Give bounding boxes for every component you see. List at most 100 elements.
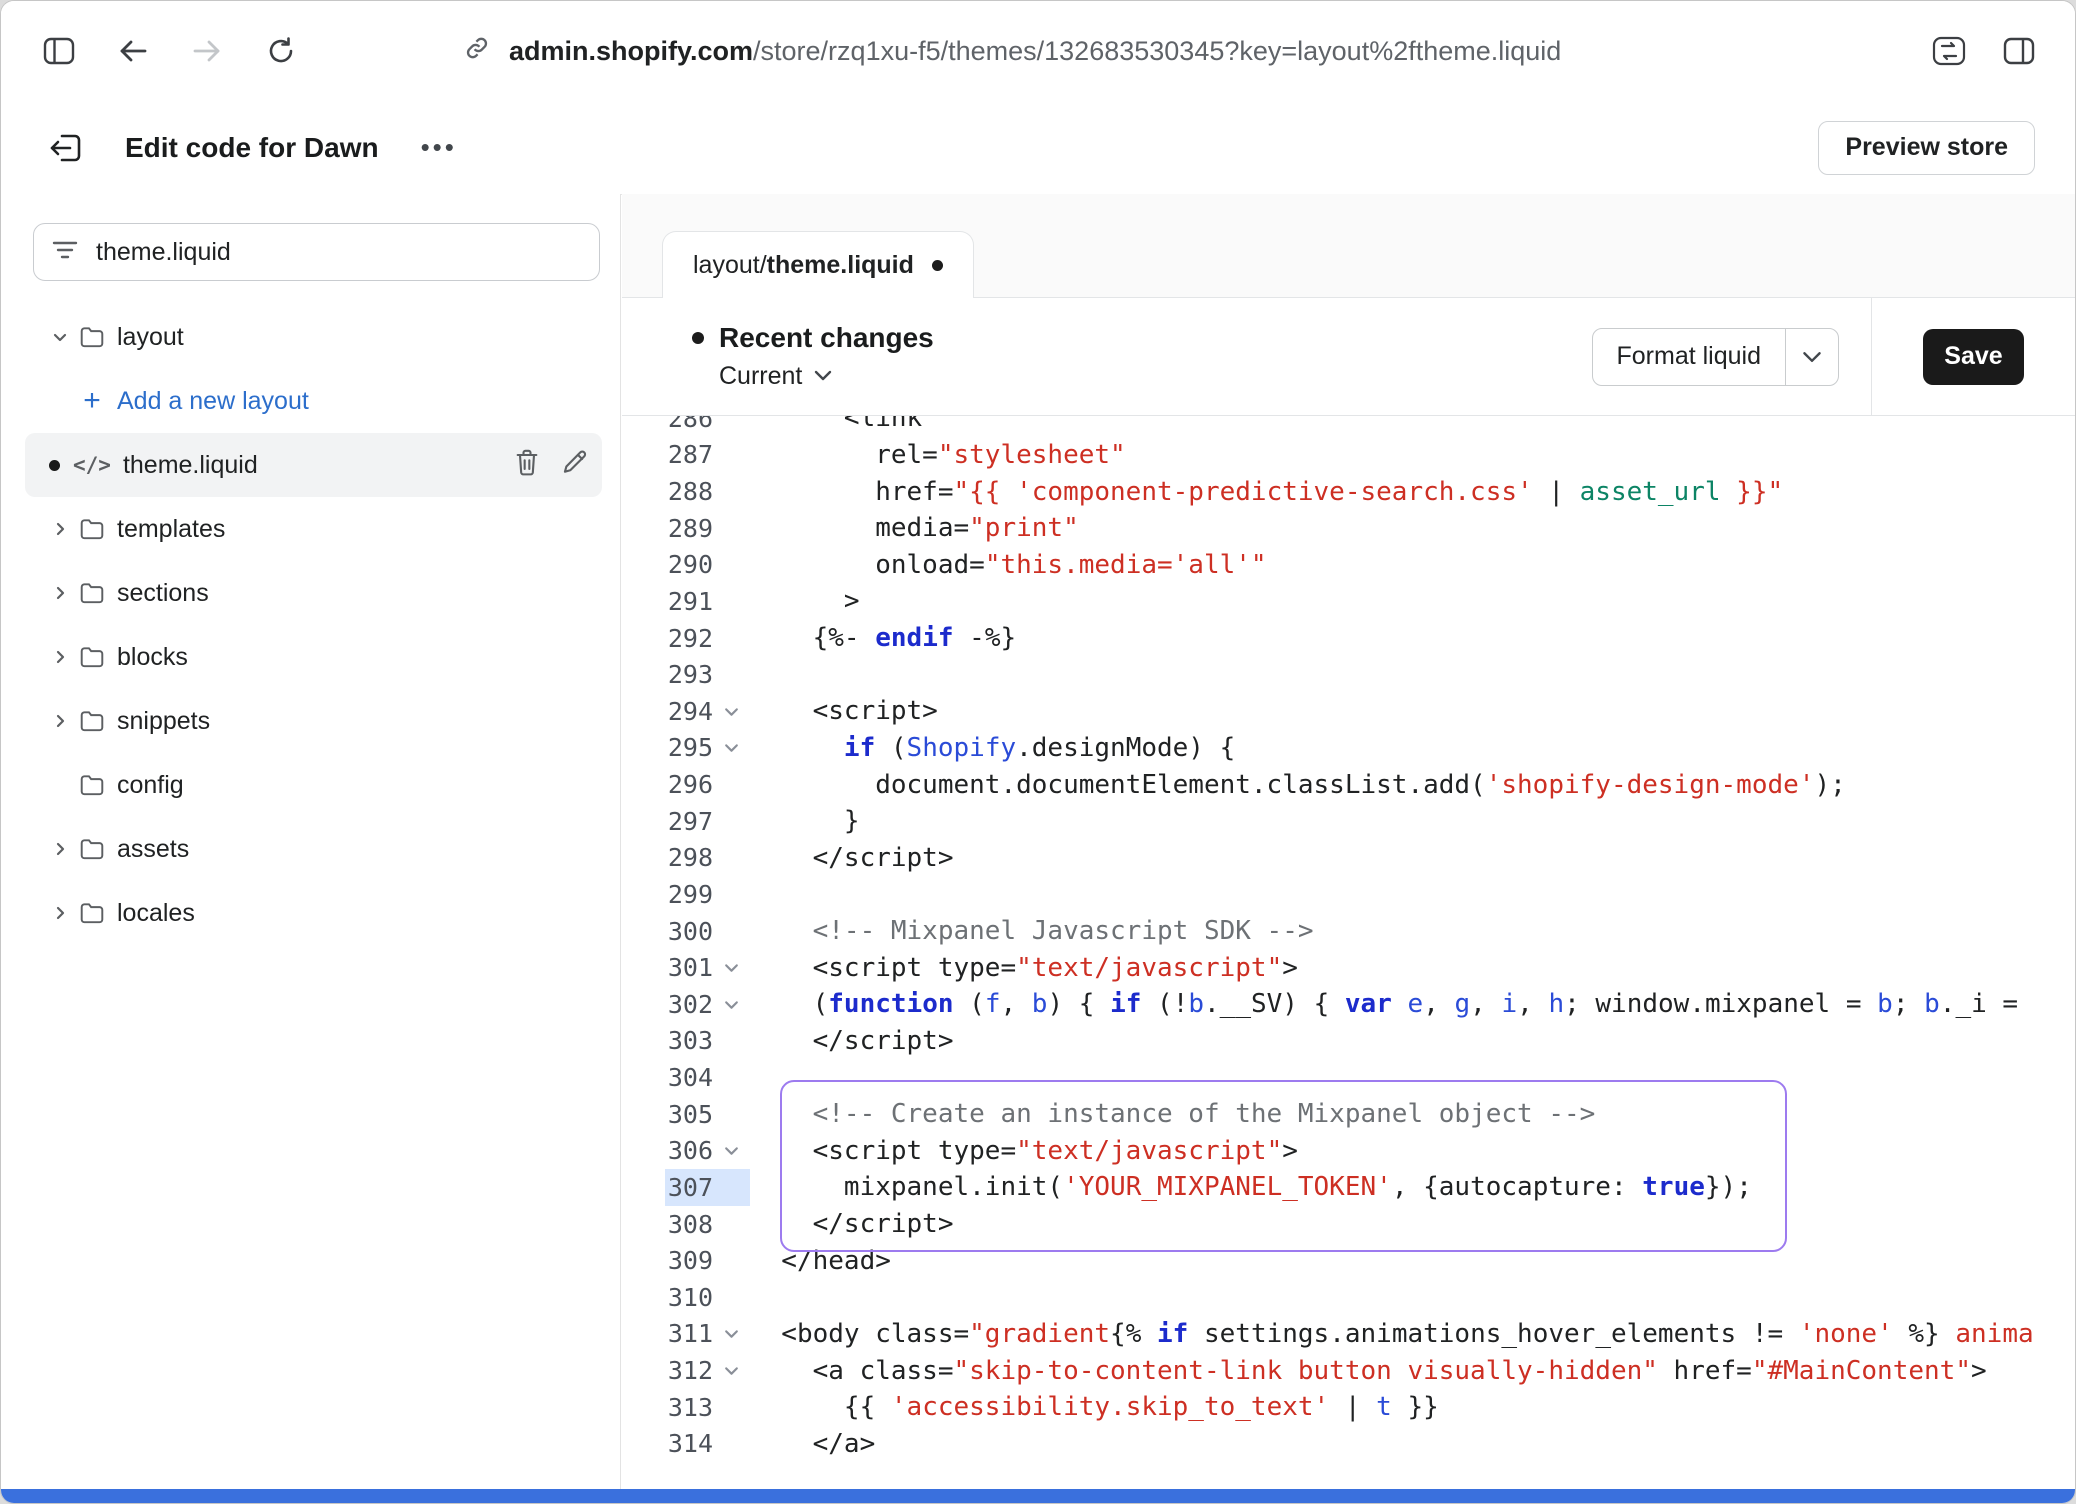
exit-editor-icon[interactable] (41, 123, 91, 173)
code-text: rel="stylesheet" (750, 440, 1126, 470)
code-line-293[interactable]: 293 (622, 656, 2075, 693)
code-line-311[interactable]: 311 <body class="gradient{% if settings.… (622, 1316, 2075, 1353)
sidebar-folder-templates[interactable]: templates (25, 497, 602, 561)
tab-theme-liquid[interactable]: layout/theme.liquid (662, 231, 974, 298)
code-line-314[interactable]: 314 </a> (622, 1426, 2075, 1463)
file-tree: layout+Add a new layout</>theme.liquidte… (1, 305, 620, 945)
trash-icon[interactable] (514, 448, 540, 483)
code-line-298[interactable]: 298 </script> (622, 840, 2075, 877)
code-line-304[interactable]: 304 (622, 1059, 2075, 1096)
code-line-309[interactable]: 309 </head> (622, 1242, 2075, 1279)
tree-item-label: snippets (117, 707, 210, 736)
preview-store-button[interactable]: Preview store (1818, 121, 2035, 175)
sidebar-file-theme-liquid[interactable]: </>theme.liquid (25, 433, 602, 497)
extensions-icon[interactable] (1927, 29, 1971, 73)
format-liquid-label: Format liquid (1593, 329, 1786, 385)
fold-chevron-icon[interactable] (713, 959, 750, 976)
sidebar-action-add-a-new-layout[interactable]: +Add a new layout (25, 369, 602, 433)
gutter: 295 (665, 730, 750, 767)
code-line-299[interactable]: 299 (622, 876, 2075, 913)
code-line-296[interactable]: 296 document.documentElement.classList.a… (622, 766, 2075, 803)
file-search-input[interactable] (94, 237, 581, 268)
code-line-291[interactable]: 291 > (622, 583, 2075, 620)
sidebar-folder-assets[interactable]: assets (25, 817, 602, 881)
code-line-297[interactable]: 297 } (622, 803, 2075, 840)
chevron-down-icon[interactable] (49, 327, 71, 347)
chevron-right-icon[interactable] (49, 583, 71, 603)
code-line-302[interactable]: 302 (function (f, b) { if (!b.__SV) { va… (622, 986, 2075, 1023)
line-number: 290 (665, 550, 713, 579)
line-number: 296 (665, 770, 713, 799)
code-line-292[interactable]: 292 {%- endif -%} (622, 620, 2075, 657)
back-icon[interactable] (111, 29, 155, 73)
code-line-308[interactable]: 308 </script> (622, 1206, 2075, 1243)
code-line-301[interactable]: 301 <script type="text/javascript"> (622, 949, 2075, 986)
file-search-box[interactable] (33, 223, 600, 281)
line-number: 288 (665, 477, 713, 506)
code-line-295[interactable]: 295 if (Shopify.designMode) { (622, 730, 2075, 767)
code-line-287[interactable]: 287 rel="stylesheet" (622, 437, 2075, 474)
line-number: 313 (665, 1393, 713, 1422)
sidebar-folder-layout[interactable]: layout (25, 305, 602, 369)
forward-icon[interactable] (185, 29, 229, 73)
code-text: {{ 'accessibility.skip_to_text' | t }} (750, 1392, 1439, 1422)
plus-icon: + (79, 384, 105, 418)
pencil-icon[interactable] (562, 449, 588, 482)
split-view-icon[interactable] (1997, 29, 2041, 73)
code-text: <link (750, 416, 922, 433)
sidebar-toggle-icon[interactable] (37, 29, 81, 73)
sidebar-folder-config[interactable]: config (25, 753, 602, 817)
fold-chevron-icon[interactable] (713, 1325, 750, 1342)
modified-dot (49, 460, 60, 471)
gutter: 297 (665, 803, 750, 840)
address-bar[interactable]: admin.shopify.com/store/rzq1xu-f5/themes… (463, 34, 1561, 69)
line-number: 292 (665, 624, 713, 653)
version-label: Current (719, 362, 802, 391)
fold-chevron-icon[interactable] (713, 996, 750, 1013)
code-line-294[interactable]: 294 <script> (622, 693, 2075, 730)
fold-chevron-icon[interactable] (713, 1362, 750, 1379)
code-line-289[interactable]: 289 media="print" (622, 510, 2075, 547)
format-liquid-button[interactable]: Format liquid (1592, 328, 1840, 386)
fold-chevron-icon[interactable] (713, 703, 750, 720)
chevron-right-icon[interactable] (49, 839, 71, 859)
code-line-306[interactable]: 306 <script type="text/javascript"> (622, 1133, 2075, 1170)
code-line-312[interactable]: 312 <a class="skip-to-content-link butto… (622, 1352, 2075, 1389)
page-title: Edit code for Dawn (125, 132, 379, 164)
fold-chevron-icon[interactable] (713, 1142, 750, 1159)
sidebar-folder-blocks[interactable]: blocks (25, 625, 602, 689)
code-line-313[interactable]: 313 {{ 'accessibility.skip_to_text' | t … (622, 1389, 2075, 1426)
code-line-305[interactable]: 305 <!-- Create an instance of the Mixpa… (622, 1096, 2075, 1133)
code-line-307[interactable]: 307 mixpanel.init('YOUR_MIXPANEL_TOKEN',… (622, 1169, 2075, 1206)
sidebar-folder-locales[interactable]: locales (25, 881, 602, 945)
version-dropdown[interactable]: Current (719, 362, 934, 391)
code-text: </script> (750, 1209, 954, 1239)
chevron-right-icon[interactable] (49, 711, 71, 731)
code-line-310[interactable]: 310 (622, 1279, 2075, 1316)
format-options-chevron-icon[interactable] (1785, 329, 1838, 385)
folder-icon (79, 581, 105, 605)
chevron-right-icon[interactable] (49, 519, 71, 539)
code-line-300[interactable]: 300 <!-- Mixpanel Javascript SDK --> (622, 913, 2075, 950)
reload-icon[interactable] (259, 29, 303, 73)
fold-chevron-icon[interactable] (713, 739, 750, 756)
tree-item-label: theme.liquid (123, 451, 258, 480)
line-number: 309 (665, 1246, 713, 1275)
code-text: > (750, 586, 860, 616)
code-text: } (750, 806, 860, 836)
save-button[interactable]: Save (1923, 329, 2024, 385)
code-text: <a class="skip-to-content-link button vi… (750, 1356, 1987, 1386)
chevron-right-icon[interactable] (49, 903, 71, 923)
code-line-290[interactable]: 290 onload="this.media='all'" (622, 547, 2075, 584)
code-editor[interactable]: 286 <link287 rel="stylesheet"288 href="{… (622, 416, 2075, 1489)
chevron-right-icon[interactable] (49, 647, 71, 667)
more-actions-icon[interactable]: ••• (421, 132, 457, 163)
gutter: 303 (665, 1023, 750, 1060)
code-text: <script> (750, 696, 938, 726)
tree-item-label: locales (117, 899, 195, 928)
sidebar-folder-sections[interactable]: sections (25, 561, 602, 625)
code-line-286[interactable]: 286 <link (622, 416, 2075, 437)
sidebar-folder-snippets[interactable]: snippets (25, 689, 602, 753)
code-line-288[interactable]: 288 href="{{ 'component-predictive-searc… (622, 473, 2075, 510)
code-line-303[interactable]: 303 </script> (622, 1023, 2075, 1060)
